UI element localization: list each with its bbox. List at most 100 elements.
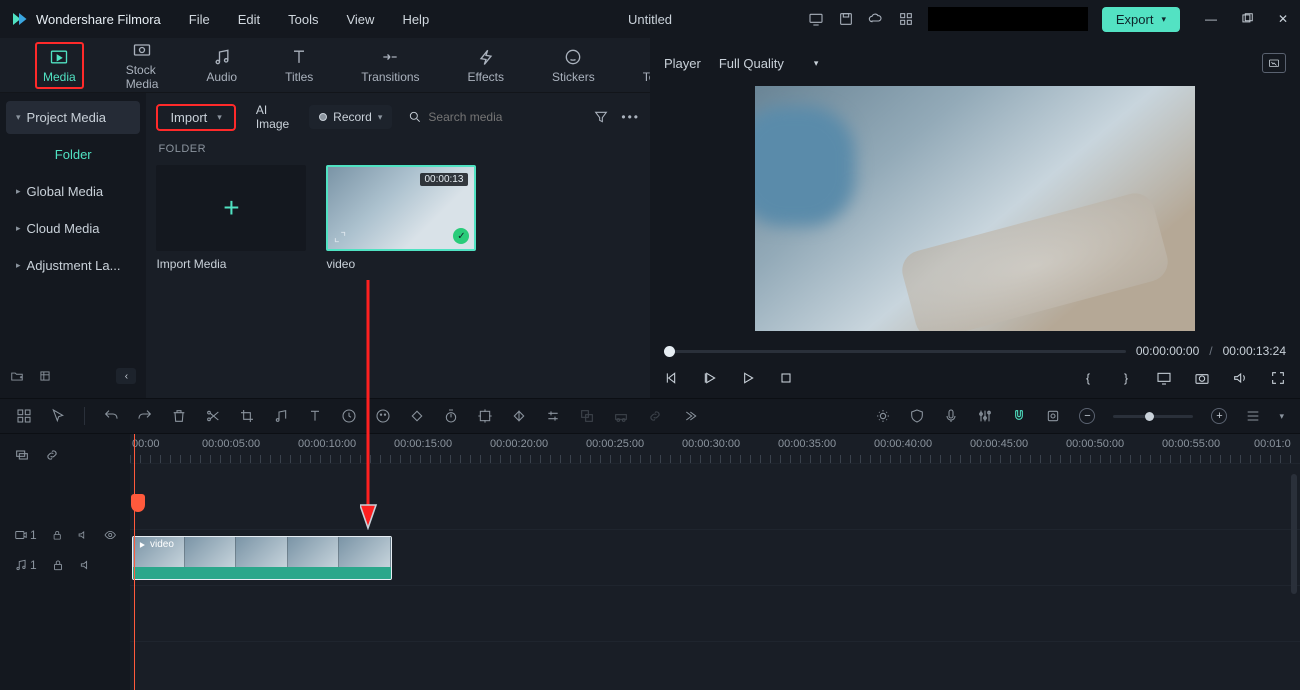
zoom-knob[interactable] — [1145, 412, 1154, 421]
sidebar-cloud-media[interactable]: Cloud Media — [6, 212, 140, 245]
list-view-icon[interactable] — [1245, 408, 1261, 424]
sidebar-folder[interactable]: Folder — [6, 138, 140, 171]
link-toggle-icon[interactable] — [44, 447, 60, 463]
adjust-icon[interactable] — [545, 408, 561, 424]
mask-icon[interactable] — [511, 408, 527, 424]
duration-icon[interactable] — [443, 408, 459, 424]
save-icon[interactable] — [838, 11, 854, 27]
minimize-button[interactable]: — — [1204, 12, 1218, 26]
filter-icon[interactable] — [593, 109, 609, 125]
tab-audio[interactable]: Audio — [200, 44, 243, 87]
group-icon[interactable] — [579, 408, 595, 424]
search-input[interactable] — [428, 110, 583, 124]
preview-viewport[interactable] — [664, 80, 1286, 336]
close-button[interactable]: ✕ — [1276, 12, 1290, 26]
redo-icon[interactable] — [137, 408, 153, 424]
account-area[interactable] — [928, 7, 1088, 31]
fullscreen-button[interactable] — [1270, 370, 1286, 386]
position-icon[interactable] — [477, 408, 493, 424]
video-clip-card[interactable]: 00:00:13 ✓ video — [326, 165, 476, 271]
video-track-header[interactable]: 1 — [0, 520, 130, 550]
time-ruler[interactable]: 00:00 00:00:05:00 00:00:10:00 00:00:15:0… — [130, 434, 1300, 464]
play-button[interactable] — [740, 370, 756, 386]
snapshot-button[interactable] — [1262, 53, 1286, 73]
lock-icon[interactable] — [51, 528, 63, 542]
shield-icon[interactable] — [909, 408, 925, 424]
mute-icon[interactable] — [77, 528, 89, 542]
sidebar-project-media[interactable]: ▾Project Media — [6, 101, 140, 134]
keyframe-icon[interactable] — [409, 408, 425, 424]
chevron-down-icon[interactable]: ▾ — [1279, 411, 1284, 422]
text-icon[interactable] — [307, 408, 323, 424]
sidebar-global-media[interactable]: Global Media — [6, 175, 140, 208]
zoom-slider[interactable] — [1113, 415, 1193, 418]
scrub-track[interactable] — [664, 350, 1126, 353]
cloud-icon[interactable] — [868, 11, 884, 27]
prev-frame-button[interactable] — [664, 370, 680, 386]
collapse-sidebar-button[interactable]: ‹ — [116, 368, 136, 384]
more-icon[interactable]: ••• — [621, 110, 640, 124]
sun-icon[interactable] — [875, 408, 891, 424]
volume-button[interactable] — [1232, 370, 1248, 386]
magnet-icon[interactable] — [1011, 408, 1027, 424]
vehicle-icon[interactable] — [613, 408, 629, 424]
preview-tab-player[interactable]: Player — [664, 56, 701, 71]
link-icon[interactable] — [647, 408, 663, 424]
zoom-out-button[interactable]: − — [1079, 408, 1095, 424]
delete-icon[interactable] — [171, 408, 187, 424]
audio-track-header[interactable]: 1 — [0, 550, 130, 580]
audio-track[interactable] — [130, 586, 1300, 642]
menu-view[interactable]: View — [346, 12, 374, 27]
crop-icon[interactable] — [239, 408, 255, 424]
video-thumb[interactable]: 00:00:13 ✓ — [326, 165, 476, 251]
overlap-icon[interactable] — [14, 447, 30, 463]
scrub-knob[interactable] — [664, 346, 675, 357]
more-tools-icon[interactable] — [681, 408, 697, 424]
mute-icon[interactable] — [79, 558, 93, 572]
undo-icon[interactable] — [103, 408, 119, 424]
marker-icon[interactable] — [1045, 408, 1061, 424]
ai-image-button[interactable]: AI Image — [246, 98, 299, 136]
zoom-in-button[interactable]: + — [1211, 408, 1227, 424]
import-button[interactable]: Import▾ — [156, 104, 235, 131]
apps-icon[interactable] — [898, 11, 914, 27]
capture-button[interactable] — [1194, 370, 1210, 386]
menu-tools[interactable]: Tools — [288, 12, 318, 27]
tab-effects[interactable]: Effects — [462, 44, 510, 87]
device-icon[interactable] — [808, 11, 824, 27]
layout-icon[interactable] — [16, 408, 32, 424]
tab-media[interactable]: Media — [35, 42, 84, 89]
tab-stock-media[interactable]: Stock Media — [120, 37, 165, 94]
vertical-scrollbar[interactable] — [1291, 474, 1297, 594]
new-bin-icon[interactable] — [38, 369, 52, 383]
maximize-button[interactable] — [1240, 12, 1254, 26]
mixer-icon[interactable] — [977, 408, 993, 424]
record-button[interactable]: Record▾ — [309, 105, 392, 129]
export-button[interactable]: Export▾ — [1102, 7, 1180, 32]
display-button[interactable] — [1156, 370, 1172, 386]
play-clip-button[interactable] — [702, 370, 718, 386]
mark-in-button[interactable]: { — [1080, 370, 1096, 386]
tab-transitions[interactable]: Transitions — [355, 44, 425, 87]
menu-file[interactable]: File — [189, 12, 210, 27]
sidebar-adjustment-layer[interactable]: Adjustment La... — [6, 249, 140, 282]
track-area[interactable]: 00:00 00:00:05:00 00:00:10:00 00:00:15:0… — [130, 434, 1300, 690]
quality-dropdown[interactable]: Full Quality▾ — [719, 56, 819, 71]
stop-button[interactable] — [778, 370, 794, 386]
split-icon[interactable] — [205, 408, 221, 424]
tab-stickers[interactable]: Stickers — [546, 44, 601, 87]
music-icon[interactable] — [273, 408, 289, 424]
new-folder-icon[interactable] — [10, 369, 24, 383]
add-media-thumb[interactable]: + — [156, 165, 306, 251]
menu-help[interactable]: Help — [402, 12, 429, 27]
playhead-handle[interactable] — [131, 494, 145, 512]
import-media-card[interactable]: + Import Media — [156, 165, 306, 271]
playhead[interactable] — [134, 434, 135, 690]
speed-icon[interactable] — [341, 408, 357, 424]
mark-out-button[interactable]: } — [1118, 370, 1134, 386]
video-track[interactable]: video — [130, 530, 1300, 586]
lock-icon[interactable] — [51, 558, 65, 572]
tab-titles[interactable]: Titles — [279, 44, 319, 87]
video-clip[interactable]: video — [132, 536, 392, 580]
color-icon[interactable] — [375, 408, 391, 424]
